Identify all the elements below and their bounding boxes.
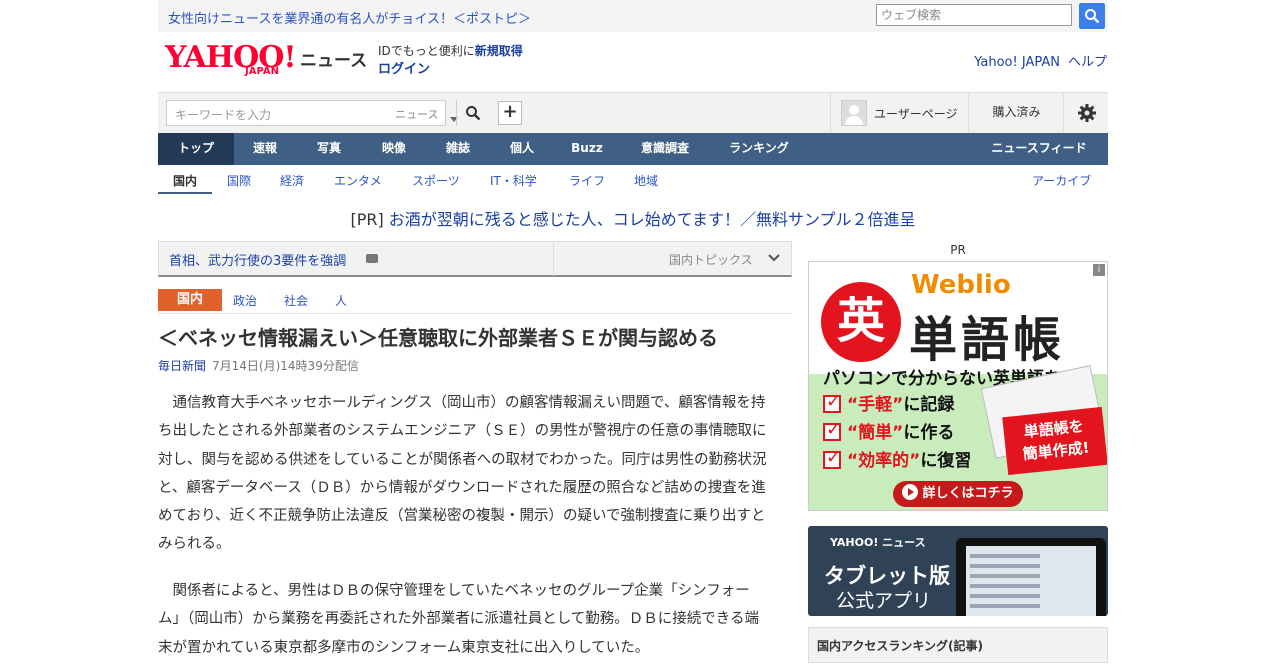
user-page-label: ユーザーページ <box>874 107 958 121</box>
checkbox-icon <box>823 447 841 469</box>
top-promo-bar: 女性向けニュースを業界通の有名人がチョイス！＜ポストピ＞ ウェブ検索 <box>158 0 1108 32</box>
help-link[interactable]: ヘルプ <box>1068 55 1107 70</box>
keyword-placeholder: キーワードを入力 <box>175 108 272 122</box>
article-meta: 毎日新聞 7月14日(月)14時39分配信 <box>158 357 359 374</box>
user-page-link[interactable]: ユーザーページ <box>830 93 969 134</box>
ad-feature-row: “簡単”に作る <box>823 418 954 443</box>
article-paragraph: 関係者によると、男性はＤＢの保守管理をしていたベネッセのグループ企業「シンフォー… <box>158 577 792 662</box>
topic-link[interactable]: 首相、武力行使の3要件を強調 <box>169 250 346 269</box>
checkbox-icon <box>823 391 841 413</box>
topic-bar: 首相、武力行使の3要件を強調 国内トピックス <box>158 241 792 277</box>
ad-feature-row: “効率的”に復習 <box>823 446 971 471</box>
article-line: ち出したとされる外部業者のシステムエンジニア（ＳＥ）の男性が警視庁の任意の事情聴… <box>158 423 767 440</box>
ad-info-icon[interactable]: i <box>1093 264 1105 276</box>
ad-ei-badge: 英 <box>821 282 901 362</box>
subnav-archive[interactable]: アーカイブ <box>1032 172 1091 189</box>
category-nav: 国内 国際 経済 エンタメ スポーツ IT・科学 ライフ 地域 アーカイブ <box>158 165 1108 195</box>
nav-magazine[interactable]: 雑誌 <box>426 133 490 165</box>
subnav-region[interactable]: 地域 <box>634 172 658 189</box>
tablet-banner-logo: YAHOO! ニュース <box>830 536 926 549</box>
article-line: 通信教育大手ベネッセホールディングス（岡山市）の顧客情報漏えい問題で、顧客情報を… <box>158 395 766 411</box>
subnav-domestic[interactable]: 国内 <box>173 172 197 189</box>
gear-icon <box>1078 104 1096 122</box>
category-badge[interactable]: 国内 <box>158 289 222 311</box>
nav-newsfeed[interactable]: ニュースフィード <box>976 133 1102 165</box>
chevron-down-icon[interactable] <box>767 251 781 265</box>
header-links: Yahoo! JAPAN ヘルプ <box>974 51 1107 70</box>
yahoo-japan-logo[interactable]: YAHOO! JAPAN <box>165 40 297 80</box>
promo-link[interactable]: 女性向けニュースを業界通の有名人がチョイス！＜ポストピ＞ <box>168 8 531 27</box>
article-line: めており、近く不正競争防止法違反（営業秘密の複製・開示）の疑いで強制捜査に乗り出… <box>158 508 766 525</box>
article-source[interactable]: 毎日新聞 <box>158 359 206 373</box>
search-icon <box>1085 9 1100 24</box>
camera-icon <box>366 254 378 263</box>
sidebar-pr-label: PR <box>950 243 966 257</box>
nav-individual[interactable]: 個人 <box>490 133 554 165</box>
tablet-banner-subtitle: 公式アプリ <box>836 590 932 612</box>
nav-breaking[interactable]: 速報 <box>234 133 296 165</box>
divider <box>553 242 554 276</box>
nav-video[interactable]: 映像 <box>362 133 426 165</box>
article-categories: 国内 政治 社会 人 <box>158 289 792 314</box>
subnav-life[interactable]: ライフ <box>569 172 605 189</box>
news-service-name: ニュース <box>300 51 368 71</box>
pr-line: [PR] お酒が翌朝に残ると感じた人、コレ始めてます！／無料サンプル２倍進呈 <box>158 206 1108 230</box>
play-icon <box>902 484 919 500</box>
subnav-economy[interactable]: 経済 <box>280 172 304 189</box>
settings-button[interactable] <box>1063 93 1109 134</box>
ad-details-button[interactable]: 詳しくはコチラ <box>893 481 1023 507</box>
weblio-ad-banner[interactable]: 英 Weblio 単語帳 パソコンで分からない英単語を “手軽”に記録 “簡単”… <box>808 261 1108 511</box>
search-scope-select[interactable]: ニュース <box>395 106 438 122</box>
keyword-search-button[interactable] <box>456 100 491 126</box>
web-search-input[interactable]: ウェブ検索 <box>876 4 1072 26</box>
search-icon <box>466 106 481 121</box>
avatar <box>841 100 867 126</box>
topics-dropdown-label[interactable]: 国内トピックス <box>669 251 753 268</box>
category-tag-people[interactable]: 人 <box>335 292 347 309</box>
ad-brand: Weblio <box>911 270 1011 300</box>
register-link[interactable]: 新規取得 <box>475 44 523 58</box>
active-tab-underline <box>158 192 212 194</box>
nav-top[interactable]: トップ <box>158 133 234 165</box>
article-headline: ＜ベネッセ情報漏えい＞任意聴取に外部業者ＳＥが関与認める <box>158 326 718 350</box>
pr-tag: [PR] <box>350 210 384 229</box>
tablet-device-illustration <box>956 538 1106 616</box>
article-line: みられる。 <box>158 536 231 553</box>
article-line: 末が置かれている東京都多摩市のシンフォーム東京支社に出入りしていた。 <box>158 639 650 656</box>
add-button[interactable]: + <box>498 101 522 125</box>
id-prompt: IDでもっと便利に新規取得 <box>378 44 523 58</box>
search-toolbar: キーワードを入力 ニュース + ユーザーページ 購入済み <box>158 92 1108 134</box>
nav-buzz[interactable]: Buzz <box>554 133 620 165</box>
nav-photo[interactable]: 写真 <box>298 133 360 165</box>
main-nav: トップ 速報 写真 映像 雑誌 個人 Buzz 意識調査 ランキング ニュースフ… <box>158 133 1108 165</box>
yahoo-japan-link[interactable]: Yahoo! JAPAN <box>974 55 1060 70</box>
checkbox-icon <box>823 419 841 441</box>
nav-ranking[interactable]: ランキング <box>710 133 808 165</box>
ad-feature-row: “手軽”に記録 <box>823 390 954 415</box>
subnav-sports[interactable]: スポーツ <box>412 172 460 189</box>
article-paragraph: 通信教育大手ベネッセホールディングス（岡山市）の顧客情報漏えい問題で、顧客情報を… <box>158 389 792 559</box>
article-line: 対し、関与を認める供述をしていることが関係者への取材でわかった。同庁は男性の勤務… <box>158 451 767 468</box>
subnav-international[interactable]: 国際 <box>227 172 251 189</box>
article-date: 7月14日(月)14時39分配信 <box>212 359 359 373</box>
web-search-button[interactable] <box>1079 3 1105 29</box>
nav-survey[interactable]: 意識調査 <box>620 133 710 165</box>
subnav-it-science[interactable]: IT・科学 <box>490 172 537 189</box>
subnav-entertainment[interactable]: エンタメ <box>334 172 382 189</box>
article-line: 関係者によると、男性はＤＢの保守管理をしていたベネッセのグループ企業「シンフォー <box>158 583 750 599</box>
ad-stamp: 単語帳を 簡単作成! <box>1002 406 1107 476</box>
pr-link[interactable]: お酒が翌朝に残ると感じた人、コレ始めてます！／無料サンプル２倍進呈 <box>389 210 916 229</box>
purchased-link[interactable]: 購入済み <box>968 93 1064 134</box>
login-link[interactable]: ログイン <box>378 58 430 77</box>
article-line: ム」（岡山市）から業務を再委託された外部業者に派遣社員として勤務。ＤＢに接続でき… <box>158 611 760 628</box>
article-line: と、顧客データベース（ＤＢ）から情報がダウンロードされた履歴の照合など詰めの捜査… <box>158 479 766 496</box>
tablet-app-banner[interactable]: YAHOO! ニュース タブレット版 公式アプリ <box>808 526 1108 616</box>
ranking-title: 国内アクセスランキング(記事) <box>817 639 984 653</box>
category-tag-politics[interactable]: 政治 <box>233 292 257 309</box>
keyword-search-input[interactable]: キーワードを入力 ニュース <box>166 100 458 126</box>
category-tag-society[interactable]: 社会 <box>284 292 308 309</box>
ranking-box: 国内アクセスランキング(記事) <box>808 627 1108 663</box>
ad-title: 単語帳 <box>909 312 1066 368</box>
